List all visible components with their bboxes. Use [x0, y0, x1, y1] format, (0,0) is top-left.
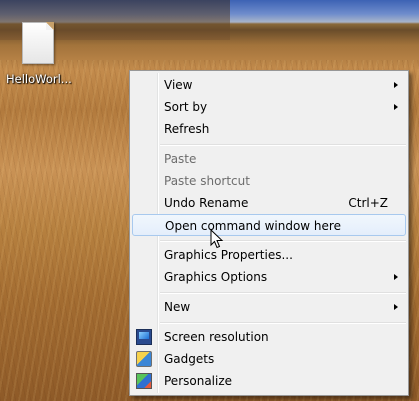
menu-item-sort-by[interactable]: Sort by — [132, 96, 406, 118]
gadgets-icon — [136, 351, 152, 367]
menu-item-open-command-window[interactable]: Open command window here — [132, 214, 406, 236]
submenu-arrow-icon — [394, 274, 398, 280]
menu-item-gadgets[interactable]: Gadgets — [132, 348, 406, 370]
menu-separator — [160, 240, 406, 242]
submenu-arrow-icon — [394, 82, 398, 88]
menu-item-label: Gadgets — [164, 352, 215, 366]
desktop-file-icon[interactable]: HelloWorl... — [6, 22, 72, 86]
menu-item-label: Paste shortcut — [164, 174, 250, 188]
submenu-arrow-icon — [394, 304, 398, 310]
file-icon — [22, 22, 54, 64]
desktop-file-label: HelloWorl... — [6, 72, 72, 86]
menu-item-label: Sort by — [164, 100, 208, 114]
menu-item-refresh[interactable]: Refresh — [132, 118, 406, 140]
menu-item-graphics-options[interactable]: Graphics Options — [132, 266, 406, 288]
menu-item-label: Refresh — [164, 122, 210, 136]
menu-separator — [160, 144, 406, 146]
menu-item-undo-rename[interactable]: Undo Rename Ctrl+Z — [132, 192, 406, 214]
menu-separator — [160, 292, 406, 294]
screen-resolution-icon — [136, 329, 152, 345]
menu-item-label: New — [164, 300, 191, 314]
personalize-icon — [136, 373, 152, 389]
menu-item-label: Personalize — [164, 374, 233, 388]
menu-separator — [160, 322, 406, 324]
menu-item-label: Open command window here — [165, 219, 341, 233]
context-menu: View Sort by Refresh Paste Paste shortcu… — [129, 70, 409, 396]
submenu-arrow-icon — [394, 104, 398, 110]
menu-item-label: Graphics Options — [164, 270, 268, 284]
menu-item-view[interactable]: View — [132, 74, 406, 96]
menu-item-label: Graphics Properties... — [164, 248, 293, 262]
menu-item-paste: Paste — [132, 148, 406, 170]
mouse-cursor-icon — [210, 229, 224, 249]
menu-item-personalize[interactable]: Personalize — [132, 370, 406, 392]
menu-item-paste-shortcut: Paste shortcut — [132, 170, 406, 192]
menu-item-label: Undo Rename — [164, 196, 249, 210]
menu-item-label: View — [164, 78, 193, 92]
menu-item-label: Screen resolution — [164, 330, 269, 344]
menu-item-shortcut: Ctrl+Z — [348, 196, 388, 210]
menu-item-label: Paste — [164, 152, 197, 166]
menu-item-new[interactable]: New — [132, 296, 406, 318]
menu-item-screen-resolution[interactable]: Screen resolution — [132, 326, 406, 348]
menu-item-graphics-properties[interactable]: Graphics Properties... — [132, 244, 406, 266]
